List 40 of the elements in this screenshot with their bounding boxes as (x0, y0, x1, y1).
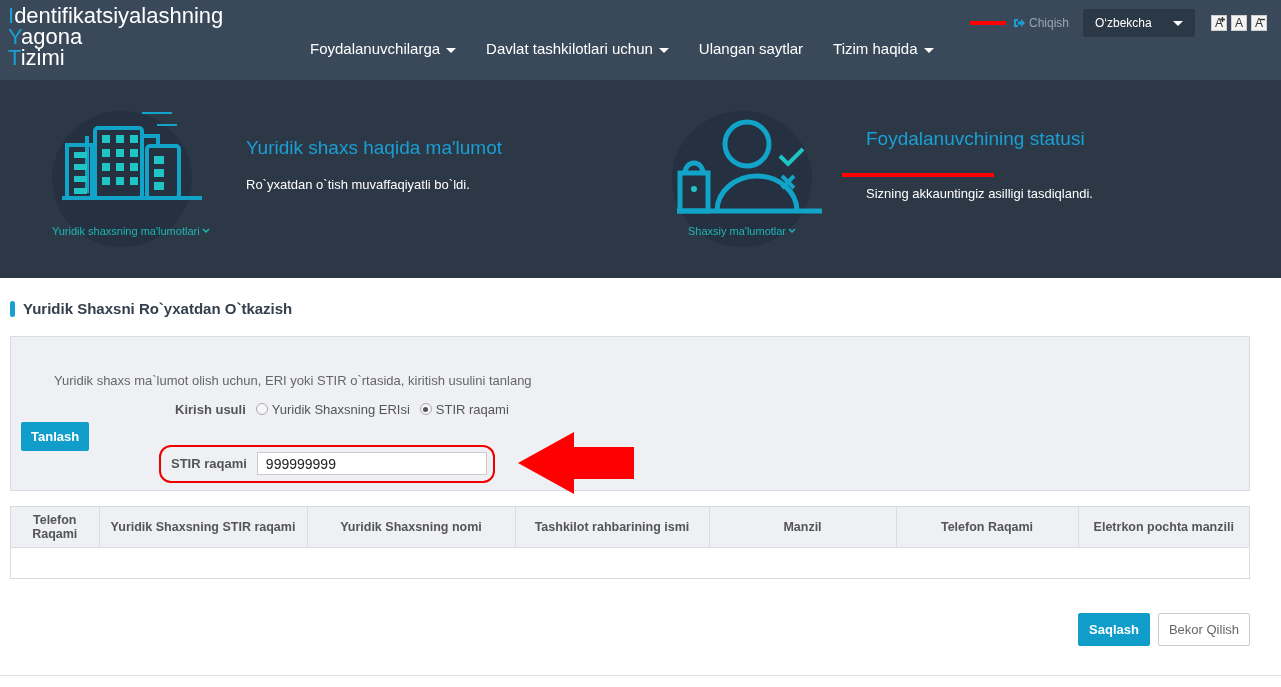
cancel-button[interactable]: Bekor Qilish (1157, 612, 1250, 646)
nav-link[interactable]: Ulangan saytlar (683, 38, 819, 61)
logout-icon (1013, 18, 1025, 28)
stir-input[interactable]: 999999999 (256, 452, 487, 475)
caption-link[interactable]: Yuridik shaxsning ma'lumotlari (52, 223, 210, 238)
column-header: Telefon Raqami (11, 506, 99, 548)
column-header: Manzil (709, 506, 896, 548)
caption-link[interactable]: Shaxsiy ma'lumotlar (687, 223, 797, 238)
font-size-button[interactable]: A (1231, 15, 1247, 31)
language-dropdown[interactable]: O‘zbekcha (1083, 9, 1195, 37)
radio-button[interactable] (255, 403, 268, 416)
column-header: Tashkilot rahbarining ismi (515, 506, 709, 548)
font-size-button[interactable]: A (1251, 15, 1267, 31)
section-title: Yuridik Shaxsni Ro`yxatdan O`tkazish (23, 299, 293, 319)
nav-link[interactable]: Foydalanuvchilarga (295, 38, 472, 61)
logo-text: Yagona (8, 26, 83, 47)
nav-link[interactable]: Tizim haqida (818, 38, 949, 61)
column-header: Yuridik Shaxsning nomi (307, 506, 515, 548)
font-size-button[interactable]: A (1211, 15, 1227, 31)
status-text: Ro`yxatdan o`tish muvaffaqiyatli bo`ldi. (246, 175, 470, 194)
radio-button[interactable] (419, 403, 432, 416)
field-label: STIR raqami (171, 454, 247, 473)
column-header: Yuridik Shaxsning STIR raqami (99, 506, 307, 548)
radio-label: STIR raqami (435, 400, 509, 419)
column-header: Eletrkon pochta manzili (1078, 506, 1249, 548)
card-title: Foydalanuvchining statusi (866, 127, 1086, 151)
logo-text: Identifikatsiyalashning (8, 5, 224, 26)
nav-link[interactable]: Davlat tashkilotlari uchun (471, 38, 684, 61)
logout-link[interactable]: Chiqish (1013, 14, 1069, 32)
minus-icon (1260, 17, 1265, 22)
title-marker (10, 301, 15, 318)
chevron-down-icon (201, 227, 210, 234)
card-title: Yuridik shaxs haqida ma'lumot (246, 136, 503, 160)
field-label: Kirish usuli (175, 400, 246, 419)
column-header: Telefon Raqami (896, 506, 1078, 548)
plus-icon (1220, 17, 1225, 22)
chevron-down-icon (788, 227, 797, 234)
radio-option[interactable]: STIR raqami (419, 399, 509, 419)
status-text: Sizning akkauntingiz asilligi tasdiqlandi. (866, 184, 1093, 203)
hint-text: Yuridik shaxs ma`lumot olish uchun, ERI yoki STIR o`rtasida, kiritish usulini tanlang (54, 371, 532, 390)
